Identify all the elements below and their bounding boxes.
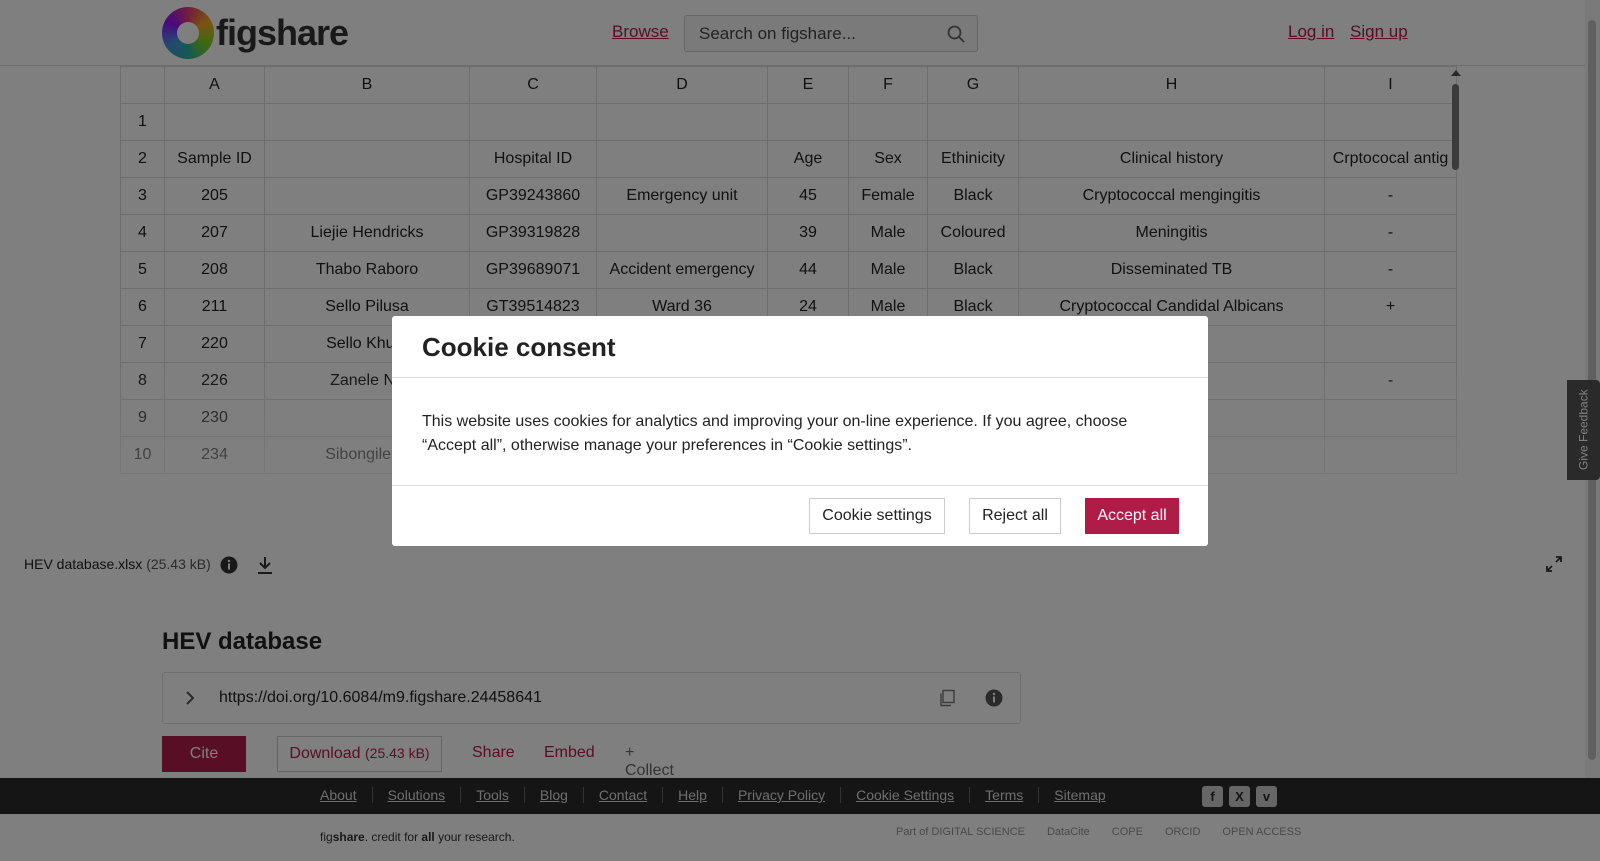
cookie-settings-button[interactable]: Cookie settings (809, 498, 945, 534)
accept-all-button[interactable]: Accept all (1085, 498, 1179, 534)
dialog-body: This website uses cookies for analytics … (392, 378, 1208, 486)
cookie-consent-dialog: Cookie consent This website uses cookies… (392, 316, 1208, 546)
dialog-header: Cookie consent (392, 316, 1208, 378)
reject-all-button[interactable]: Reject all (969, 498, 1061, 534)
dialog-title: Cookie consent (422, 332, 616, 362)
dialog-footer: Cookie settings Reject all Accept all (392, 486, 1208, 546)
